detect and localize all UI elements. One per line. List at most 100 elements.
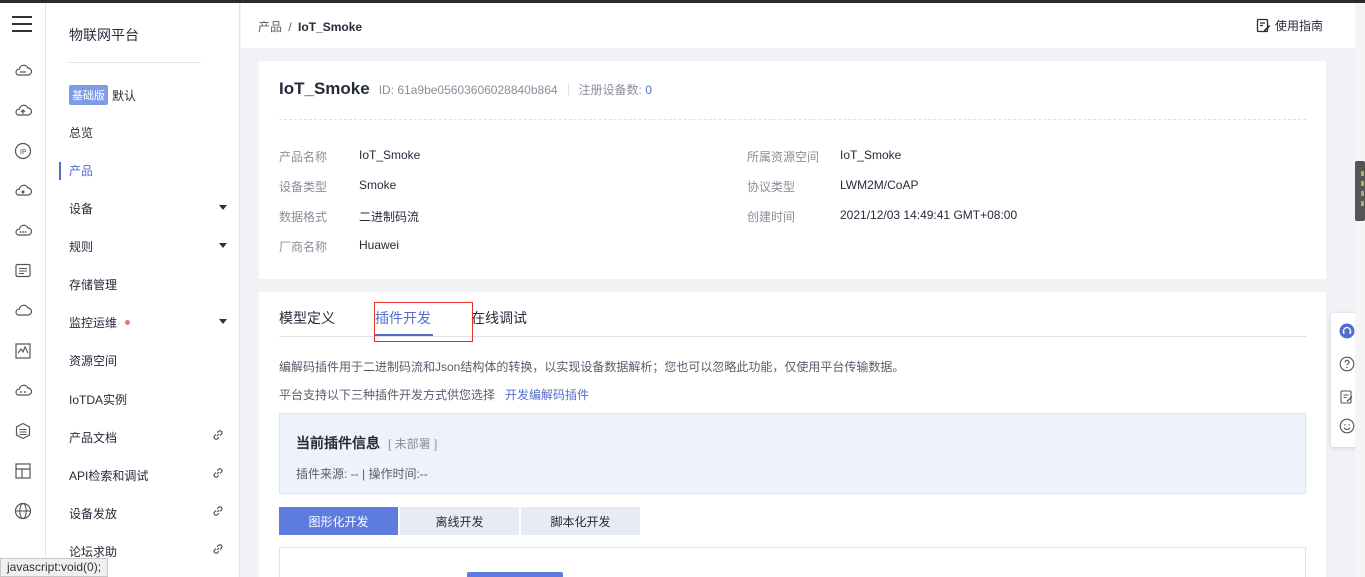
field-label: 产品名称 xyxy=(279,150,328,164)
field-protocol-type: 协议类型 LWM2M/CoAP xyxy=(747,178,918,195)
vertical-scrollbar[interactable] xyxy=(1355,3,1365,577)
globe-icon[interactable] xyxy=(13,501,33,521)
device-count-value[interactable]: 0 xyxy=(645,83,652,97)
sidebar-divider xyxy=(69,62,201,63)
field-value: Huawei xyxy=(359,238,400,252)
field-label: 设备类型 xyxy=(279,180,328,194)
sidebar-item-device-provisioning[interactable]: 设备发放 xyxy=(69,503,229,523)
field-label: 数据格式 xyxy=(279,210,328,224)
tab-bar: 模型定义 插件开发 在线调试 xyxy=(279,292,1306,342)
help-icon[interactable] xyxy=(1339,356,1355,372)
sidebar-item-label: 论坛求助 xyxy=(69,544,118,559)
edition-name: 默认 xyxy=(112,88,137,103)
breadcrumb-root[interactable]: 产品 xyxy=(258,20,282,34)
field-label: 所属资源空间 xyxy=(747,150,820,164)
sidebar-item-label: 产品文档 xyxy=(69,430,118,445)
field-label: 厂商名称 xyxy=(279,240,328,254)
current-plugin-info: 当前插件信息 [ 未部署 ] 插件来源: -- | 操作时间:-- xyxy=(279,413,1306,494)
svg-text:IP: IP xyxy=(20,148,26,156)
field-value: IoT_Smoke xyxy=(840,148,902,162)
sidebar: 物联网平台 基础版 默认 总览 产品 设备 规则 存储管理 监控运维 资源空间 … xyxy=(46,3,240,577)
chevron-down-icon xyxy=(219,243,227,248)
field-value: Smoke xyxy=(359,178,397,192)
field-product-name: 产品名称 IoT_Smoke xyxy=(279,148,420,165)
guide-label: 使用指南 xyxy=(1274,19,1323,33)
tab-model-definition[interactable]: 模型定义 xyxy=(279,308,335,328)
active-indicator xyxy=(59,162,61,180)
database-icon[interactable] xyxy=(13,421,33,441)
develop-plugin-link[interactable]: 开发编解码插件 xyxy=(505,388,589,402)
icon-rail: IP xyxy=(0,3,46,577)
sidebar-item-label: IoTDA实例 xyxy=(69,392,128,407)
message-icon[interactable] xyxy=(13,261,33,281)
field-label: 创建时间 xyxy=(747,210,796,224)
sidebar-item-storage[interactable]: 存储管理 xyxy=(69,274,229,294)
sidebar-item-product[interactable]: 产品 xyxy=(69,160,229,180)
smile-feedback-icon[interactable] xyxy=(1339,418,1355,434)
edition-selector[interactable]: 基础版 默认 xyxy=(69,85,136,105)
plugin-info-header: 当前插件信息 [ 未部署 ] xyxy=(296,433,437,453)
cloud-icon[interactable] xyxy=(13,61,33,81)
panel-action-button[interactable] xyxy=(467,572,563,577)
dev-mode-switcher: 图形化开发 离线开发 脚本化开发 xyxy=(279,507,642,535)
sidebar-item-overview[interactable]: 总览 xyxy=(69,122,229,142)
field-device-type: 设备类型 Smoke xyxy=(279,178,396,195)
sidebar-item-product-docs[interactable]: 产品文档 xyxy=(69,427,229,447)
link-icon xyxy=(213,544,223,554)
link-icon xyxy=(213,430,223,440)
edition-badge: 基础版 xyxy=(69,85,108,105)
cloud-sync-icon[interactable] xyxy=(13,181,33,201)
sidebar-item-label: 设备 xyxy=(69,201,94,216)
notification-dot xyxy=(125,319,131,325)
chevron-down-icon xyxy=(219,205,227,210)
sidebar-item-label: 监控运维 xyxy=(69,315,118,330)
sidebar-item-device[interactable]: 设备 xyxy=(69,198,229,218)
sidebar-item-rules[interactable]: 规则 xyxy=(69,236,229,256)
scrollbar-thumb[interactable] xyxy=(1355,161,1365,221)
cloud-more-icon[interactable] xyxy=(13,381,33,401)
product-id: ID: 61a9be05603606028840b864 xyxy=(378,83,558,97)
ip-icon[interactable]: IP xyxy=(13,141,33,161)
offline-dev-button[interactable]: 离线开发 xyxy=(400,507,519,535)
field-data-format: 数据格式 二进制码流 xyxy=(279,208,419,225)
layout-icon[interactable] xyxy=(13,461,33,481)
tab-online-debug[interactable]: 在线调试 xyxy=(471,308,527,328)
field-value: IoT_Smoke xyxy=(359,148,421,162)
chart-icon[interactable] xyxy=(13,341,33,361)
cloud-upload-icon[interactable] xyxy=(13,101,33,121)
breadcrumb: 产品 / IoT_Smoke xyxy=(258,18,362,35)
plugin-card: 模型定义 插件开发 在线调试 编解码插件用于二进制码流和Json结构体的转换，以… xyxy=(259,292,1326,577)
sidebar-item-monitoring[interactable]: 监控运维 xyxy=(69,312,229,332)
menu-icon[interactable] xyxy=(12,16,32,32)
window-top-border xyxy=(0,0,1365,3)
sidebar-item-iotda-instance[interactable]: IoTDA实例 xyxy=(69,389,229,409)
customer-service-icon[interactable] xyxy=(1339,323,1355,339)
script-dev-button[interactable]: 脚本化开发 xyxy=(521,507,640,535)
usage-guide-link[interactable]: 使用指南 xyxy=(1256,17,1323,34)
link-icon xyxy=(213,468,223,478)
field-value: LWM2M/CoAP xyxy=(840,178,919,192)
feedback-edit-icon[interactable] xyxy=(1339,389,1355,405)
plugin-method-text: 平台支持以下三种插件开发方式供您选择 xyxy=(279,388,496,402)
product-info-card: IoT_Smoke ID: 61a9be05603606028840b864 注… xyxy=(259,61,1326,279)
sidebar-item-label: API检索和调试 xyxy=(69,468,149,483)
highlight-box xyxy=(374,302,473,342)
cloud-outline-icon[interactable] xyxy=(13,301,33,321)
page-header: 产品 / IoT_Smoke 使用指南 xyxy=(241,3,1355,48)
plugin-info-meta: 插件来源: -- | 操作时间:-- xyxy=(296,467,428,481)
plugin-description: 编解码插件用于二进制码流和Json结构体的转换，以实现设备数据解析；您也可以忽略… xyxy=(279,360,905,374)
sidebar-item-label: 存储管理 xyxy=(69,277,118,292)
dashed-divider xyxy=(279,119,1306,120)
breadcrumb-current: IoT_Smoke xyxy=(298,20,363,34)
product-name-title: IoT_Smoke xyxy=(279,79,370,98)
sidebar-item-api-explorer[interactable]: API检索和调试 xyxy=(69,465,229,485)
status-bar-url: javascript:void(0); xyxy=(0,558,109,577)
dev-panel xyxy=(279,547,1306,577)
graphical-dev-button[interactable]: 图形化开发 xyxy=(279,507,398,535)
sidebar-item-resource-space[interactable]: 资源空间 xyxy=(69,350,229,370)
plugin-info-title: 当前插件信息 xyxy=(296,435,380,451)
title-separator xyxy=(567,82,569,96)
cloud-dots-icon[interactable] xyxy=(13,221,33,241)
device-count-label: 注册设备数: xyxy=(578,83,642,97)
field-manufacturer: 厂商名称 Huawei xyxy=(279,238,399,255)
